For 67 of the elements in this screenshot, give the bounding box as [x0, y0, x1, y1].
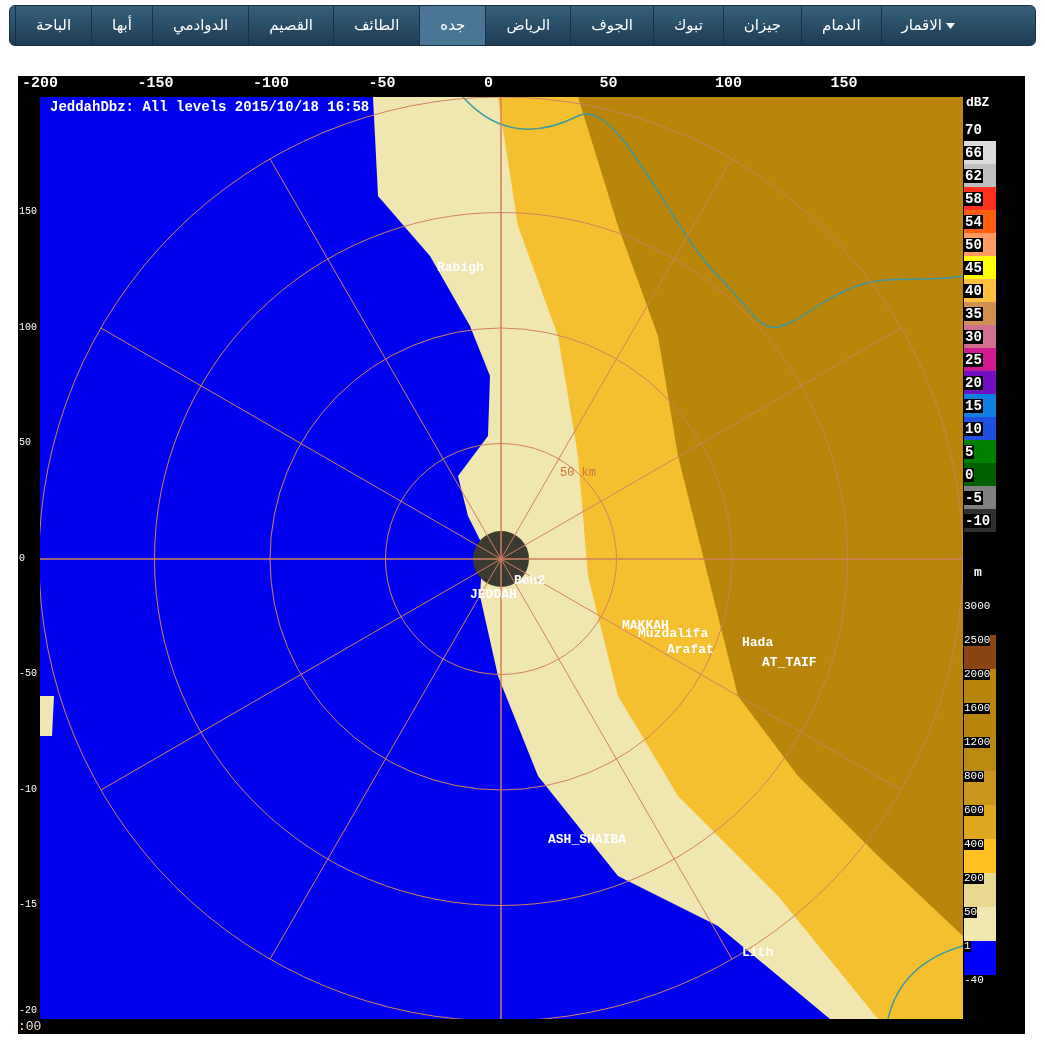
axis-tick-label: 0	[484, 76, 493, 91]
legend-value: 2000	[964, 669, 991, 680]
nav-tab[interactable]: جيزان	[722, 6, 802, 45]
legend-value: 1600	[964, 703, 991, 714]
legend-value: 54	[964, 214, 983, 229]
axis-tick-label: 50	[19, 438, 31, 448]
legend-value: 2500	[964, 635, 991, 646]
axis-tick-label: 150	[19, 207, 37, 217]
axis-tick-label: -50	[368, 76, 396, 91]
legend-unit: m	[974, 566, 982, 579]
legend-value: 62	[964, 168, 983, 183]
nav-tab[interactable]: الطائف	[333, 6, 420, 45]
legend-value: 1200	[964, 737, 991, 748]
axis-tick-label: -200	[22, 76, 58, 91]
legend-value: 30	[964, 329, 983, 344]
legend-value: 25	[964, 352, 983, 367]
axis-tick-label: -100	[253, 76, 289, 91]
legend-value: 50	[964, 237, 983, 252]
axis-tick-label: 100	[715, 76, 742, 91]
legend-value: 58	[964, 191, 983, 206]
legend-value: 400	[964, 839, 984, 850]
legend-value: 10	[964, 421, 983, 436]
nav-tab[interactable]: أبها	[91, 6, 152, 45]
legend-value: 200	[964, 873, 984, 884]
legend-value: 800	[964, 771, 984, 782]
axis-tick-label: -15	[19, 900, 37, 910]
range-ring-label: 50 km	[560, 467, 596, 479]
legend-value: 5	[964, 444, 975, 459]
axis-tick-label: 0	[19, 553, 25, 564]
legend-value: 35	[964, 306, 983, 321]
legend-value: 66	[964, 145, 983, 160]
legend-value: 15	[964, 398, 983, 413]
legend-value: 70	[964, 122, 983, 137]
legend-value: 40	[964, 283, 983, 298]
axis-tick-label: 150	[830, 76, 858, 91]
nav-tab[interactable]: الدمام	[801, 6, 881, 45]
axis-tick-label: 50	[599, 76, 618, 91]
nav-tab[interactable]: جده	[419, 6, 486, 45]
nav-tab[interactable]: تبوك	[653, 6, 723, 45]
nav-tab[interactable]: الباحة	[14, 6, 92, 45]
axis-tick-label: -10	[19, 784, 37, 795]
legend-value: 600	[964, 805, 984, 816]
place-label: Rabigh	[437, 261, 484, 274]
legend-value: 3000	[964, 601, 991, 612]
legend-value: 1	[964, 941, 971, 952]
axis-tick-label: -50	[19, 669, 37, 679]
place-label: AT_TAIF	[762, 656, 817, 669]
corner-text: :00	[18, 1020, 42, 1033]
legend-value: 45	[964, 260, 983, 275]
radar-title: JeddahDbz: All levels 2015/10/18 16:58	[50, 100, 370, 114]
nav-tab[interactable]: الاقمار	[880, 6, 975, 45]
axis-tick-label: -150	[137, 76, 174, 91]
place-label: Hada	[742, 636, 774, 649]
nav-tab[interactable]: الجوف	[570, 6, 653, 45]
caret-icon	[946, 22, 955, 29]
nav-tab[interactable]: الدوادمي	[151, 6, 249, 45]
axis-tick-label: -20	[19, 1005, 37, 1016]
nav-tab[interactable]: القصيم	[248, 6, 334, 45]
legend-value: 20	[964, 375, 983, 390]
legend-value: 0	[964, 467, 975, 482]
legend-unit: dBZ	[966, 96, 990, 109]
legend-value: -40	[964, 975, 984, 986]
axis-tick-label: 100	[19, 322, 37, 333]
place-label: Arafat	[667, 643, 714, 656]
legend-value: 50	[964, 907, 978, 918]
legend-value: -10	[964, 513, 992, 528]
legend-value: -5	[964, 490, 983, 505]
